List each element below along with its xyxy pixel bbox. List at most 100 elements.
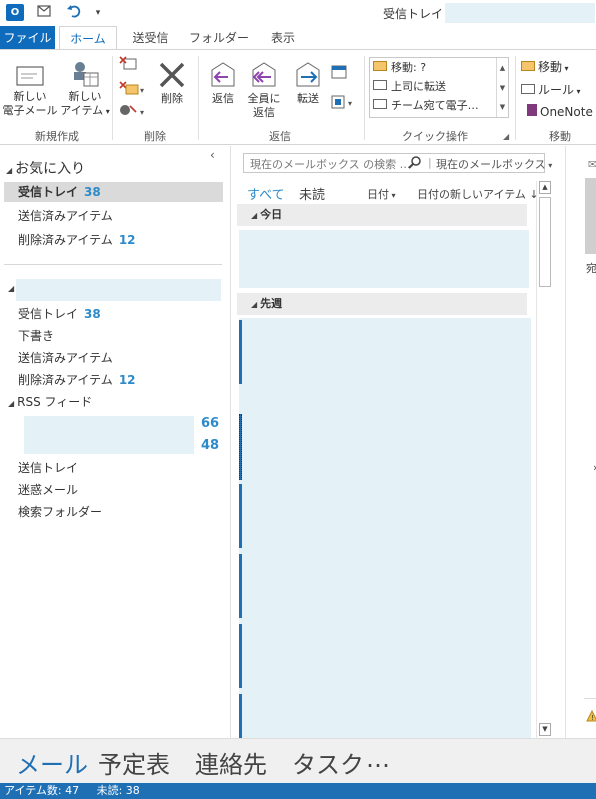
rules-button[interactable]: ルール ▾ (521, 81, 581, 98)
scrollbar-thumb[interactable] (539, 197, 551, 287)
search-scope-label: 現在のメールボックス (436, 158, 546, 171)
delete-label: 削除 (161, 92, 183, 105)
nav-people[interactable]: 連絡先 (195, 745, 267, 780)
folder-search-folders[interactable]: 検索フォルダー (18, 502, 102, 522)
move-button[interactable]: 移動 ▾ (521, 58, 569, 75)
meeting-button[interactable] (330, 64, 348, 83)
folder-label: 送信済みアイテム (18, 209, 113, 223)
unread-count: 12 (118, 233, 136, 247)
onenote-button[interactable]: OneNote (527, 104, 593, 119)
folder-junk[interactable]: 迷惑メール (18, 480, 78, 500)
more-respond-button[interactable]: ▾ (330, 94, 358, 113)
nav-mail[interactable]: メール (16, 745, 88, 780)
new-email-button[interactable]: 新しい 電子メール (2, 62, 58, 118)
group-header-today[interactable]: ◢ 今日 (237, 204, 527, 226)
account-header[interactable]: ◢ (8, 279, 222, 301)
scroll-down-icon[interactable]: ▼ (539, 723, 551, 736)
folder-deleted-items[interactable]: 削除済みアイテム 12 (18, 370, 136, 390)
tab-send-receive[interactable]: 送受信 (123, 26, 178, 50)
pane-divider (4, 264, 222, 265)
tab-home[interactable]: ホーム (59, 26, 117, 51)
quick-step-team-email[interactable]: チーム宛て電子… (373, 97, 479, 115)
search-divider: | (428, 156, 432, 169)
folder-icon (373, 61, 387, 71)
search-input[interactable]: 現在のメールボックス の検索 … | 現在のメールボックス ▾ (243, 153, 552, 173)
quick-step-move[interactable]: 移動: ? (373, 59, 426, 77)
folder-inbox[interactable]: 受信トレイ 38 (18, 304, 101, 324)
svg-text:!: ! (591, 714, 594, 722)
customize-quick-access-icon[interactable]: ▾ (88, 3, 108, 23)
scroll-down-icon[interactable]: ▼ (497, 78, 508, 98)
more-quick-steps-icon[interactable]: ▼ (497, 98, 508, 116)
nav-more-icon[interactable]: … (366, 745, 390, 773)
delete-button[interactable]: 削除 (154, 60, 190, 106)
folder-sent-items[interactable]: 送信済みアイテム (18, 348, 113, 368)
svg-text:▾: ▾ (140, 108, 144, 117)
rules-label: ルール (538, 83, 575, 97)
forward-label: 転送 (297, 92, 319, 105)
quick-step-to-manager[interactable]: 上司に転送 (373, 78, 446, 96)
folder-label: 下書き (18, 329, 55, 343)
rss-feed-count: 48 (201, 438, 220, 453)
search-icon[interactable] (408, 155, 422, 172)
new-items-button[interactable]: 新しい アイテム ▾ (60, 60, 110, 119)
folder-outbox[interactable]: 送信トレイ (18, 458, 78, 478)
quick-steps-scroll[interactable]: ▲ ▼ ▼ (496, 58, 508, 117)
favorites-header[interactable]: ◢ お気に入り (6, 158, 85, 178)
nav-tasks[interactable]: タスク (292, 745, 364, 780)
junk-button[interactable]: ▾ (118, 102, 148, 121)
unread-count: 38 (84, 185, 101, 199)
folder-rss-feeds[interactable]: ◢ RSS フィード (8, 392, 92, 412)
forward-button[interactable]: 転送 (290, 60, 326, 106)
redacted-rss-feeds (24, 416, 194, 454)
scroll-up-icon[interactable]: ▲ (539, 181, 551, 194)
folder-drafts[interactable]: 下書き (18, 326, 54, 346)
favorite-sent-items[interactable]: 送信済みアイテム (18, 206, 113, 226)
sort-order-label: 日付の新しいアイテム (417, 188, 526, 201)
reply-all-button[interactable]: 全員に 返信 (244, 60, 284, 120)
tab-file[interactable]: ファイル (0, 26, 55, 50)
folder-label: 検索フォルダー (18, 505, 103, 519)
group-label-new: 新規作成 (35, 130, 79, 143)
unread-indicator (239, 694, 242, 738)
dropdown-arrow-icon: ▾ (562, 64, 569, 73)
favorites-label: お気に入り (15, 161, 86, 177)
search-scope-dropdown[interactable]: 現在のメールボックス ▾ (436, 156, 552, 172)
nav-calendar[interactable]: 予定表 (98, 745, 170, 780)
new-items-icon (74, 62, 99, 87)
quick-steps-launcher-icon[interactable]: ◢ (503, 132, 509, 141)
group-header-last-week[interactable]: ◢ 先週 (237, 293, 527, 315)
group-header-label: 今日 (260, 208, 283, 221)
tab-view[interactable]: 表示 (262, 26, 304, 50)
tab-folder[interactable]: フォルダー (188, 26, 250, 50)
collapse-folder-pane-icon[interactable]: ‹ (210, 148, 215, 162)
sort-field-dropdown[interactable]: 日付 ▾ (367, 186, 396, 202)
favorite-inbox[interactable]: 受信トレイ 38 (4, 182, 223, 202)
message-list-scrollbar[interactable]: ▲ ▼ (536, 181, 551, 738)
unread-indicator (239, 484, 242, 548)
folder-label: 送信済みアイテム (18, 351, 113, 365)
unread-indicator (239, 320, 242, 384)
expand-triangle-icon: ◢ (251, 300, 258, 309)
filter-unread[interactable]: 未読 (299, 184, 325, 203)
unread-count: 12 (118, 373, 136, 387)
filter-all[interactable]: すべて (247, 184, 285, 203)
folder-label: 削除済みアイテム (18, 373, 113, 387)
send-receive-icon[interactable] (34, 3, 54, 23)
undo-icon[interactable] (64, 3, 84, 23)
outlook-app-icon[interactable]: O (6, 4, 24, 21)
scroll-up-icon[interactable]: ▲ (497, 58, 508, 78)
search-placeholder: 現在のメールボックス の検索 … (250, 158, 411, 171)
reply-all-icon (252, 62, 276, 87)
expand-triangle-icon: ◢ (6, 166, 13, 175)
unread-indicator (239, 554, 242, 618)
cleanup-button[interactable]: ▾ (118, 80, 148, 99)
favorite-deleted-items[interactable]: 削除済みアイテム 12 (18, 230, 136, 250)
reply-button[interactable]: 返信 (204, 60, 242, 106)
onenote-icon (527, 104, 537, 116)
folder-label: RSS フィード (17, 395, 93, 409)
reading-pane: ✉ 宛 › ! (565, 146, 596, 738)
move-label: 移動 (538, 60, 563, 74)
ignore-button[interactable] (118, 56, 140, 75)
sort-order-toggle[interactable]: 日付の新しいアイテム ↓ (417, 186, 539, 202)
